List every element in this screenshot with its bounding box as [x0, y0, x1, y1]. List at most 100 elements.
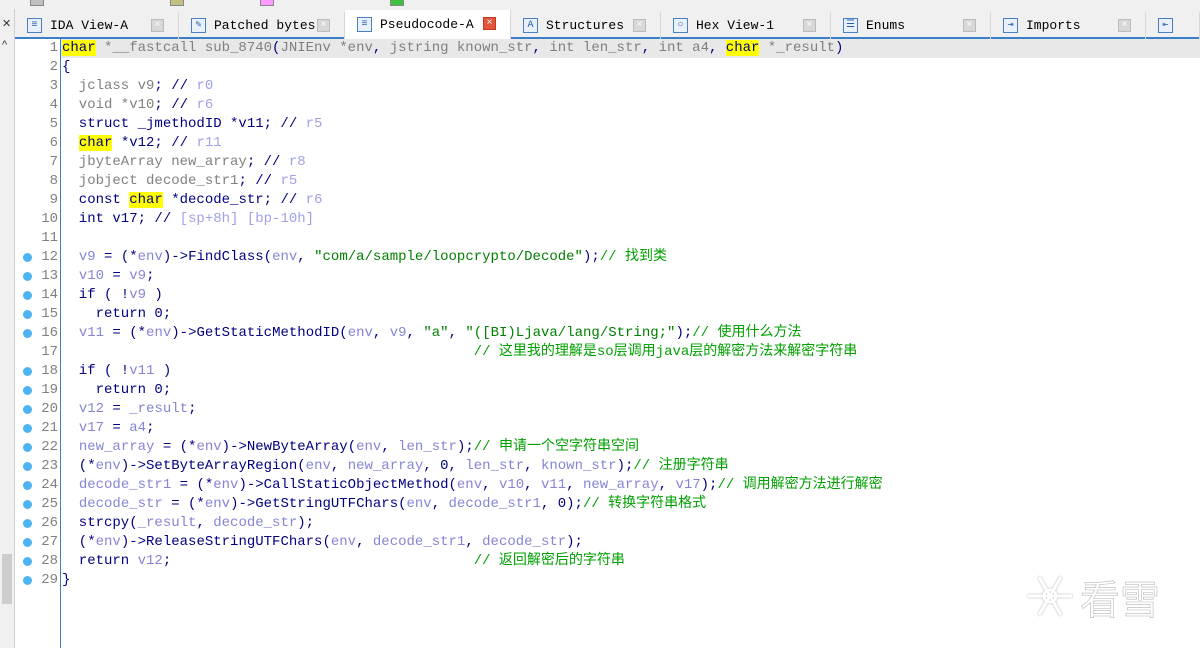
code-token: )->NewByteArray(	[221, 439, 357, 455]
code-line[interactable]: 10 int v17; // [sp+8h] [bp-10h]	[15, 210, 1200, 229]
variable-token: env	[146, 325, 172, 341]
code-text[interactable]: decode_str = (*env)->GetStringUTFChars(e…	[62, 495, 706, 514]
code-text[interactable]: if ( !v9 )	[62, 286, 163, 305]
code-line[interactable]: 19 return 0;	[15, 381, 1200, 400]
scroll-up-arrow-icon[interactable]: ^	[2, 39, 7, 51]
tab-hex-view-1[interactable]: ○ Hex View-1 ×	[661, 12, 831, 39]
code-line[interactable]: 20 v12 = _result;	[15, 400, 1200, 419]
code-line[interactable]: 9 const char *decode_str; // r6	[15, 191, 1200, 210]
code-text[interactable]: decode_str1 = (*env)->CallStaticObjectMe…	[62, 476, 883, 495]
variable-token: env	[456, 477, 483, 493]
code-text[interactable]: if ( !v11 )	[62, 362, 171, 381]
code-text[interactable]: v12 = _result;	[62, 400, 197, 419]
code-text[interactable]: int v17; // [sp+8h] [bp-10h]	[62, 210, 314, 229]
code-text[interactable]: v10 = v9;	[62, 267, 155, 286]
code-line[interactable]: 13 v10 = v9;	[15, 267, 1200, 286]
code-text[interactable]: char *__fastcall sub_8740(JNIEnv *env, j…	[62, 39, 843, 58]
code-line[interactable]: 3 jclass v9; // r0	[15, 77, 1200, 96]
code-line[interactable]: 2{	[15, 58, 1200, 77]
code-text[interactable]: (*env)->ReleaseStringUTFChars(env, decod…	[62, 533, 583, 552]
tab-exports[interactable]: ⇤	[1146, 12, 1200, 39]
code-line[interactable]: 23 (*env)->SetByteArrayRegion(env, new_a…	[15, 457, 1200, 476]
code-text[interactable]: {	[62, 58, 70, 77]
code-line[interactable]: 26 strcpy(_result, decode_str);	[15, 514, 1200, 533]
declaration-token: jbyteArray new_array	[62, 154, 247, 170]
code-line[interactable]: 1 char *__fastcall sub_8740(JNIEnv *env, …	[15, 39, 1200, 58]
variable-token: v9	[389, 325, 407, 341]
code-text[interactable]: }	[62, 571, 70, 590]
tab-label: Structures	[546, 18, 625, 33]
line-number: 28	[41, 553, 58, 569]
code-text[interactable]: v11 = (*env)->GetStaticMethodID(env, v9,…	[62, 324, 802, 343]
code-text[interactable]: jbyteArray new_array; // r8	[62, 153, 306, 172]
code-line[interactable]: 11	[15, 229, 1200, 248]
register-comment: r0	[196, 78, 214, 94]
code-line[interactable]: 18 if ( !v11 )	[15, 362, 1200, 381]
code-text[interactable]: jclass v9; // r0	[62, 77, 213, 96]
code-line[interactable]: 16 v11 = (*env)->GetStaticMethodID(env, …	[15, 324, 1200, 343]
declaration-token: jclass v9	[62, 78, 155, 94]
code-token: =	[104, 401, 130, 417]
code-line[interactable]: 22 new_array = (*env)->NewByteArray(env,…	[15, 438, 1200, 457]
tab-close-icon[interactable]: ×	[633, 19, 646, 32]
code-text[interactable]: jobject decode_str1; // r5	[62, 172, 297, 191]
code-line[interactable]: 7 jbyteArray new_array; // r8	[15, 153, 1200, 172]
code-token: ,	[524, 458, 541, 474]
tab-imports[interactable]: ⇥ Imports ×	[991, 12, 1146, 39]
code-line[interactable]: 17 // 这里我的理解是so层调用java层的解密方法来解密字符串	[15, 343, 1200, 362]
code-line[interactable]: 15 return 0;	[15, 305, 1200, 324]
tab-patched-bytes[interactable]: ✎ Patched bytes ×	[179, 12, 345, 39]
code-token: )->FindClass(	[162, 249, 273, 265]
tab-enums[interactable]: ☰ Enums ×	[831, 12, 991, 39]
declaration-token: int len_str	[549, 40, 642, 56]
tab-close-icon[interactable]: ×	[151, 19, 164, 32]
code-text[interactable]: (*env)->SetByteArrayRegion(env, new_arra…	[62, 457, 729, 476]
line-number: 19	[41, 382, 58, 398]
code-text[interactable]: return 0;	[62, 305, 172, 324]
tab-pseudocode-a[interactable]: ≡ Pseudocode-A ×	[345, 10, 511, 39]
tab-structures[interactable]: A Structures ×	[511, 12, 661, 39]
disassembly-view-icon: ≡	[27, 18, 42, 33]
code-line[interactable]: 27 (*env)->ReleaseStringUTFChars(env, de…	[15, 533, 1200, 552]
comment-token: // 找到类	[599, 249, 667, 265]
code-text[interactable]: v17 = a4;	[62, 419, 155, 438]
tab-close-icon[interactable]: ×	[317, 19, 330, 32]
code-line[interactable]: 25 decode_str = (*env)->GetStringUTFChar…	[15, 495, 1200, 514]
variable-token: decode_str1	[372, 534, 466, 550]
tab-close-icon[interactable]: ×	[483, 17, 496, 30]
code-line[interactable]: 5 struct _jmethodID *v11; // r5	[15, 115, 1200, 134]
code-text[interactable]: new_array = (*env)->NewByteArray(env, le…	[62, 438, 639, 457]
code-line[interactable]: 6 char *v12; // r11	[15, 134, 1200, 153]
scrollbar-thumb[interactable]	[2, 554, 12, 604]
code-text[interactable]: void *v10; // r6	[62, 96, 213, 115]
tab-close-icon[interactable]: ×	[963, 19, 976, 32]
variable-token: v10	[498, 477, 525, 493]
code-text[interactable]: strcpy(_result, decode_str);	[62, 514, 314, 533]
structures-icon: A	[523, 18, 538, 33]
tab-ida-view-a[interactable]: ≡ IDA View-A ×	[15, 12, 179, 39]
code-text[interactable]: struct _jmethodID *v11; // r5	[62, 115, 323, 134]
code-token: ; //	[154, 97, 197, 113]
code-text[interactable]: // 这里我的理解是so层调用java层的解密方法来解密字符串	[62, 343, 858, 362]
code-text[interactable]: v9 = (*env)->FindClass(env, "com/a/sampl…	[62, 248, 667, 267]
code-line[interactable]: 12 v9 = (*env)->FindClass(env, "com/a/sa…	[15, 248, 1200, 267]
code-line[interactable]: 8 jobject decode_str1; // r5	[15, 172, 1200, 191]
code-token: ;	[188, 401, 197, 417]
code-line[interactable]: 21 v17 = a4;	[15, 419, 1200, 438]
declaration-token: jobject decode_str1	[62, 173, 239, 189]
tab-close-icon[interactable]: ×	[803, 19, 816, 32]
imports-icon: ⇥	[1003, 18, 1018, 33]
code-line[interactable]: 4 void *v10; // r6	[15, 96, 1200, 115]
left-scrollbar[interactable]: ✕ ^	[0, 9, 15, 648]
pseudocode-editor[interactable]: 1 char *__fastcall sub_8740(JNIEnv *env, …	[15, 39, 1200, 648]
code-text[interactable]: return 0;	[62, 381, 172, 400]
code-text[interactable]: return v12; // 返回解密后的字符串	[62, 552, 625, 571]
code-line[interactable]: 24 decode_str1 = (*env)->CallStaticObjec…	[15, 476, 1200, 495]
code-token: ,	[356, 534, 373, 550]
tab-close-icon[interactable]: ×	[1118, 19, 1131, 32]
code-text[interactable]: char *v12; // r11	[62, 134, 222, 153]
close-icon[interactable]: ✕	[2, 17, 11, 30]
code-line[interactable]: 14 if ( !v9 )	[15, 286, 1200, 305]
code-text[interactable]: const char *decode_str; // r6	[62, 191, 322, 210]
